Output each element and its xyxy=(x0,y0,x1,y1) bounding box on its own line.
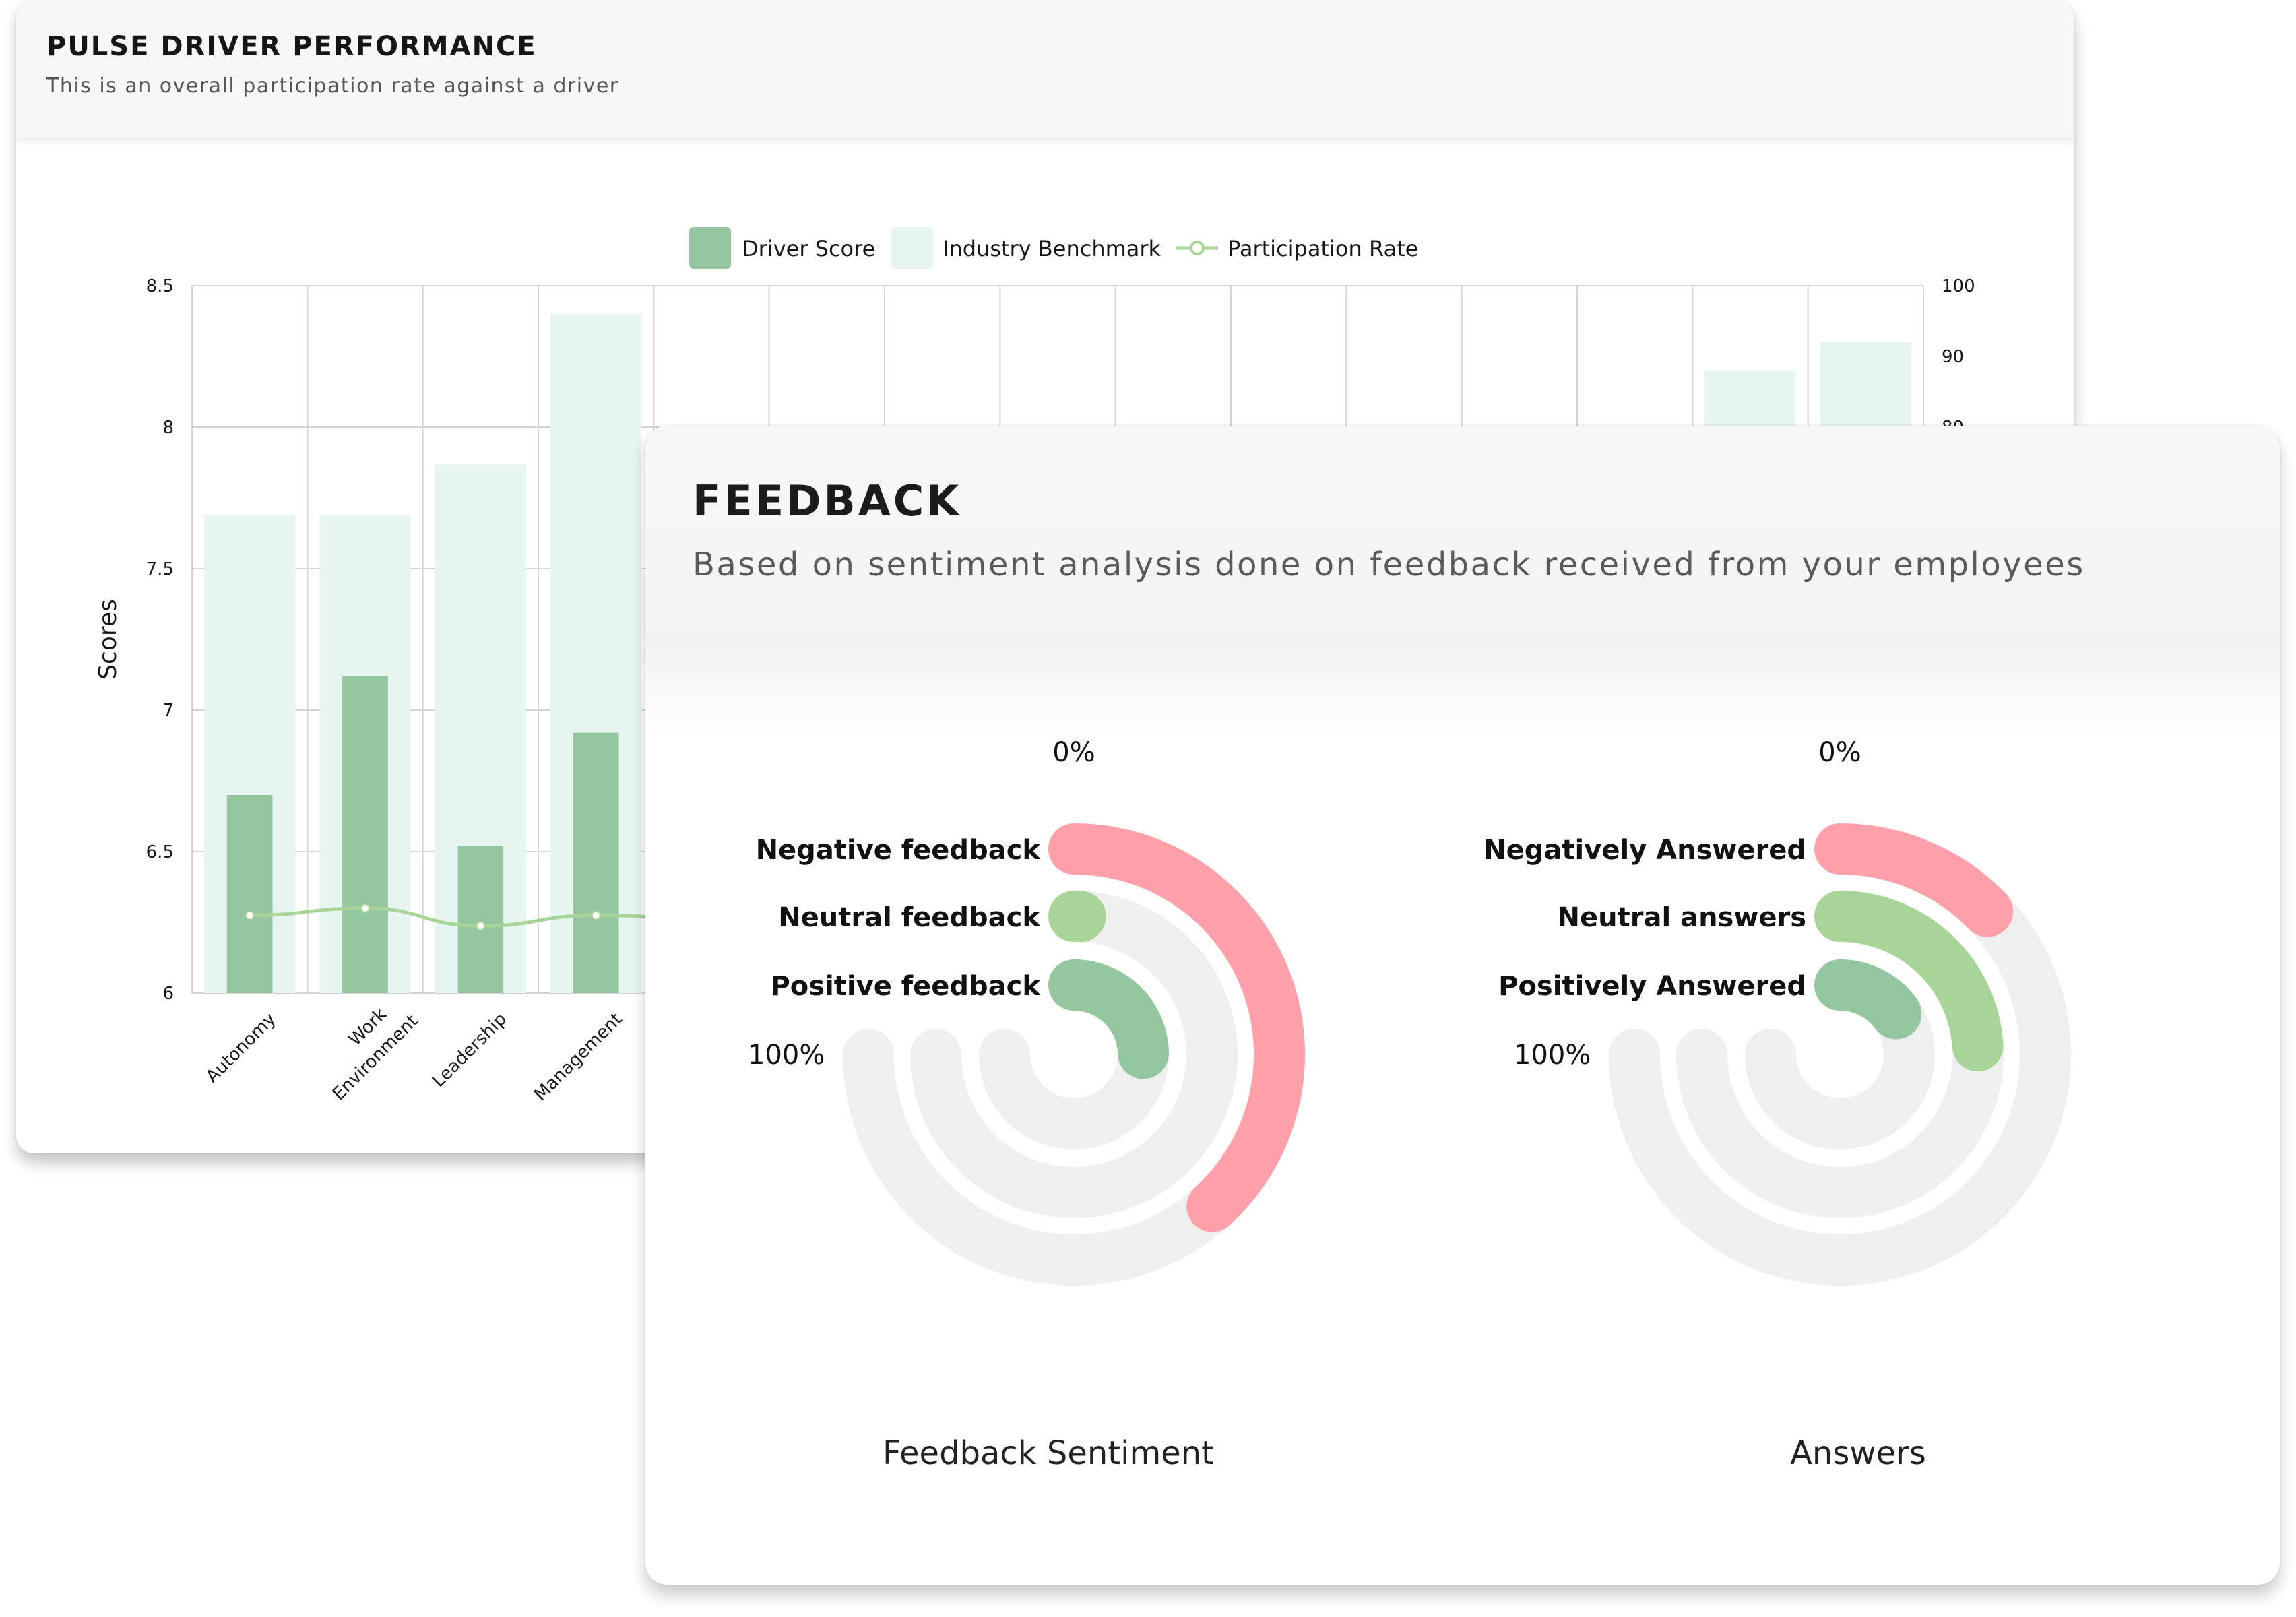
driver-score-bar xyxy=(342,676,388,993)
x-tick-label-line: Autonomy xyxy=(202,1009,280,1087)
y-tick-label: 6 xyxy=(162,984,174,1004)
radial-series-label: Neutral answers xyxy=(1558,902,1806,933)
legend-marker-participation-rate xyxy=(1190,241,1205,255)
radial-track xyxy=(910,891,1238,1218)
legend-label-industry-benchmark: Industry Benchmark xyxy=(943,236,1161,261)
legend-label-participation-rate: Participation Rate xyxy=(1227,236,1418,261)
radial-series-label: Negative feedback xyxy=(756,835,1042,866)
y-tick-label: 8.5 xyxy=(146,276,174,296)
radial-bar-positive xyxy=(1814,959,1922,1040)
participation-rate-point xyxy=(360,903,370,913)
feedback-card: FEEDBACK Based on sentiment analysis don… xyxy=(645,426,2280,1585)
x-tick-label: Leadership xyxy=(428,1009,511,1091)
radial-bar-positive xyxy=(1048,959,1169,1079)
y-tick-label: 8 xyxy=(162,418,174,438)
x-tick-label: Management xyxy=(530,1009,626,1105)
radial-scale-start-label: 0% xyxy=(1818,737,1861,768)
radial-series-label: Neutral feedback xyxy=(778,902,1041,933)
driver-score-bar xyxy=(457,846,504,993)
legend-swatch-driver-score xyxy=(689,227,731,269)
radial-series-label: Negatively Answered xyxy=(1484,835,1806,866)
feedback-sentiment-chart: Negative feedback Neutral feedback Positiv… xyxy=(748,737,1305,1472)
y2-tick-label: 90 xyxy=(1942,347,1964,367)
answers-chart: Negatively Answered Neutral answers Positi… xyxy=(1484,737,2071,1472)
legend-label-driver-score: Driver Score xyxy=(742,236,875,261)
legend-swatch-industry-benchmark xyxy=(891,227,933,269)
radial-scale-end-label: 100% xyxy=(748,1040,825,1071)
driver-score-bar xyxy=(573,732,619,993)
participation-rate-point xyxy=(245,910,255,920)
y-tick-label: 6.5 xyxy=(146,842,174,862)
driver-score-bar xyxy=(226,795,273,993)
y-axis-label: Scores xyxy=(94,599,122,680)
participation-rate-point xyxy=(591,910,601,920)
chart-legend: Driver Score Industry Benchmark Participat… xyxy=(689,227,1418,269)
feedback-radial-charts: Negative feedback Neutral feedback Positiv… xyxy=(748,737,2071,1472)
y2-tick-label: 100 xyxy=(1942,276,1975,296)
x-tick-label-line: Leadership xyxy=(428,1009,511,1091)
radial-series-label: Positive feedback xyxy=(770,971,1041,1002)
y-tick-label: 7 xyxy=(162,701,174,721)
y-tick-label: 7.5 xyxy=(146,559,174,579)
x-tick-label: Autonomy xyxy=(202,1009,280,1087)
x-tick-label-line: Management xyxy=(530,1009,626,1105)
radial-scale-end-label: 100% xyxy=(1514,1040,1591,1071)
x-tick-label: WorkEnvironment xyxy=(329,1005,422,1105)
participation-rate-point xyxy=(476,921,486,931)
radial-chart-title: Answers xyxy=(1790,1434,1926,1472)
radial-series-label: Positively Answered xyxy=(1498,971,1806,1002)
radial-chart-title: Feedback Sentiment xyxy=(883,1434,1214,1472)
radial-scale-start-label: 0% xyxy=(1052,737,1095,768)
